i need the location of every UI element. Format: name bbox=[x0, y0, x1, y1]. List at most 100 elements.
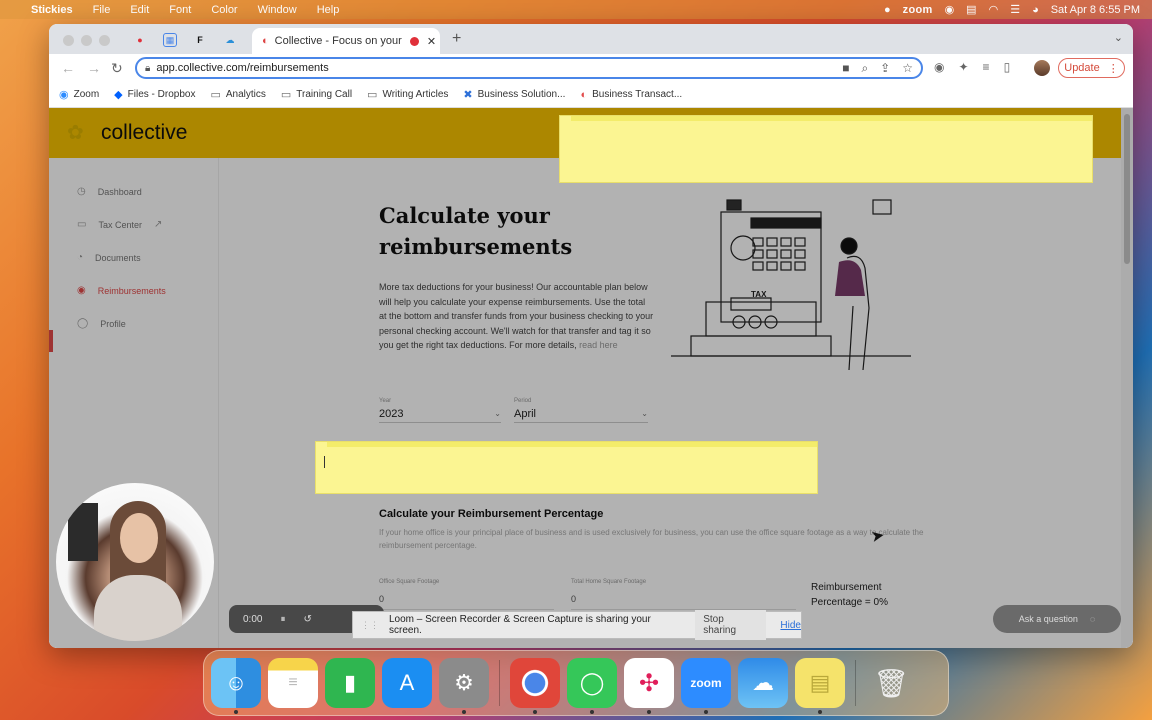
presenter-face bbox=[120, 513, 158, 563]
sidebar-item-reimbursements[interactable]: ◉ Reimbursements bbox=[77, 285, 166, 296]
sticky-title-bar[interactable] bbox=[571, 116, 1092, 121]
bookmark-dropbox[interactable]: ◆ Files - Dropbox bbox=[114, 88, 195, 101]
bookmark-star-icon[interactable]: ☆ bbox=[902, 61, 913, 76]
numbers-icon[interactable]: ▮ bbox=[325, 658, 375, 708]
app-store-icon[interactable]: A bbox=[382, 658, 432, 708]
trash-icon[interactable]: 🗑︎ bbox=[866, 658, 916, 708]
presenter-body bbox=[94, 575, 182, 641]
grammarly-icon[interactable]: ◉ bbox=[945, 3, 955, 16]
menu-font[interactable]: Font bbox=[169, 4, 191, 16]
tax-center-icon: ▭ bbox=[77, 219, 87, 230]
bookmark-zoom[interactable]: ◉ Zoom bbox=[59, 88, 99, 101]
sticky-note-top[interactable] bbox=[559, 115, 1093, 183]
new-tab-button[interactable]: + bbox=[452, 30, 461, 48]
year-select[interactable]: 2023 ⌄ bbox=[379, 405, 501, 423]
password-extension-icon[interactable]: ◉ bbox=[934, 60, 944, 74]
minimize-window-button[interactable] bbox=[81, 35, 92, 46]
screen-sharing-banner: ⋮⋮ Loom – Screen Recorder & Screen Captu… bbox=[352, 610, 802, 640]
tab-collective[interactable]: ◐ Collective - Focus on your ✕ bbox=[252, 28, 440, 54]
home-sqft-input[interactable]: 0 bbox=[571, 594, 796, 610]
office-sqft-input[interactable]: 0 bbox=[379, 594, 554, 610]
side-panel-icon[interactable]: ▯ bbox=[1004, 60, 1011, 74]
sidebar-item-label: Tax Center bbox=[98, 219, 142, 230]
collective-icon: ◐ bbox=[580, 88, 588, 101]
dock-separator bbox=[499, 660, 500, 706]
pinned-tab-cloud-icon[interactable]: ☁ bbox=[223, 33, 237, 47]
zoom-app-icon[interactable]: zoom bbox=[681, 658, 731, 714]
hide-button[interactable]: Hide bbox=[780, 620, 801, 631]
address-bar[interactable]: 🔒︎ app.collective.com/reimbursements ■ ⌕… bbox=[135, 57, 923, 79]
ask-question-label: Ask a question bbox=[1018, 614, 1078, 624]
bookmark-label: Analytics bbox=[225, 89, 266, 100]
tool-icon[interactable]: ▤ bbox=[966, 3, 976, 16]
bookmark-label: Writing Articles bbox=[382, 89, 449, 100]
extension-icon[interactable]: ✦ bbox=[958, 60, 968, 74]
menu-edit[interactable]: Edit bbox=[130, 4, 149, 16]
undo-icon[interactable]: ↺ bbox=[303, 614, 311, 625]
close-tab-icon[interactable]: ✕ bbox=[427, 35, 436, 48]
sidebar-item-dashboard[interactable]: ◷ Dashboard bbox=[77, 186, 142, 197]
read-here-link[interactable]: read here bbox=[579, 340, 618, 350]
zoom-status[interactable]: zoom bbox=[903, 4, 933, 16]
messages-icon[interactable]: ◯ bbox=[567, 658, 617, 714]
app-logo[interactable]: collective bbox=[101, 121, 187, 145]
menu-window[interactable]: Window bbox=[258, 4, 297, 16]
scrollbar-thumb[interactable] bbox=[1124, 114, 1130, 264]
sidebar-item-profile[interactable]: ◯ Profile bbox=[77, 318, 126, 329]
dock-separator bbox=[855, 660, 856, 706]
reload-icon[interactable]: ↻ bbox=[111, 60, 123, 77]
url-text[interactable]: app.collective.com/reimbursements bbox=[156, 62, 328, 74]
documents-icon: ◔ bbox=[77, 252, 84, 263]
page-scrollbar[interactable] bbox=[1121, 108, 1133, 648]
menu-file[interactable]: File bbox=[93, 4, 111, 16]
bookmark-training-call[interactable]: ▭ Training Call bbox=[281, 88, 352, 101]
menu-color[interactable]: Color bbox=[211, 4, 237, 16]
page-title: Calculate your reimbursements bbox=[379, 203, 573, 259]
menubar-clock[interactable]: Sat Apr 8 6:55 PM bbox=[1051, 4, 1140, 16]
control-center-icon[interactable]: ☰ bbox=[1010, 3, 1020, 16]
close-window-button[interactable] bbox=[63, 35, 74, 46]
forward-arrow-icon[interactable]: → bbox=[87, 60, 101, 76]
wifi-icon[interactable]: ◠ bbox=[989, 3, 999, 16]
stop-sharing-button[interactable]: Stop sharing bbox=[695, 610, 767, 640]
sidebar-item-tax-center[interactable]: ▭ Tax Center ↗ bbox=[77, 219, 162, 230]
webcam-bubble[interactable] bbox=[56, 483, 214, 641]
back-arrow-icon[interactable]: ← bbox=[61, 60, 75, 76]
home-sqft-label: Total Home Square Footage bbox=[571, 579, 647, 585]
lock-icon[interactable]: 🔒︎ bbox=[145, 63, 150, 74]
bookmark-analytics[interactable]: ▭ Analytics bbox=[210, 88, 265, 101]
mic-icon[interactable]: ● bbox=[884, 4, 891, 16]
maximize-window-button[interactable] bbox=[99, 35, 110, 46]
ask-question-button[interactable]: Ask a question ◌ bbox=[993, 605, 1121, 633]
sticky-note-active[interactable] bbox=[315, 441, 818, 494]
sticky-title-bar[interactable] bbox=[327, 442, 817, 447]
pinned-tab-record-icon[interactable]: ● bbox=[133, 33, 147, 47]
period-select[interactable]: April ⌄ bbox=[514, 405, 648, 423]
slack-icon[interactable]: ✣ bbox=[624, 658, 674, 714]
finder-icon[interactable]: ☺ bbox=[211, 658, 261, 714]
update-button[interactable]: Update ⋮ bbox=[1058, 58, 1125, 78]
tab-search-chevron-icon[interactable]: ⌄ bbox=[1114, 31, 1123, 44]
menubar-app-name[interactable]: Stickies bbox=[31, 4, 73, 16]
pause-icon[interactable]: ⏸︎ bbox=[280, 614, 285, 625]
system-settings-icon[interactable]: ⚙ bbox=[439, 658, 489, 714]
siri-icon[interactable]: ◕ bbox=[1032, 4, 1039, 16]
icloud-icon[interactable]: ☁ bbox=[738, 658, 788, 708]
zoom-lens-icon[interactable]: ⌕ bbox=[861, 61, 868, 76]
chrome-icon[interactable] bbox=[510, 658, 560, 714]
bookmark-writing-articles[interactable]: ▭ Writing Articles bbox=[367, 88, 448, 101]
stickies-icon[interactable]: ▤ bbox=[795, 658, 845, 714]
pinned-tab-f-icon[interactable]: F bbox=[193, 33, 207, 47]
share-icon[interactable]: ⇪ bbox=[880, 61, 890, 76]
reading-list-icon[interactable]: ≡ bbox=[983, 60, 990, 74]
sidebar-item-documents[interactable]: ◔ Documents bbox=[77, 252, 141, 263]
camera-icon[interactable]: ■ bbox=[842, 61, 849, 76]
profile-avatar[interactable] bbox=[1034, 60, 1050, 76]
pinned-tab-calendar-icon[interactable]: ▦ bbox=[163, 33, 177, 47]
bookmark-business-solution[interactable]: ✖ Business Solution... bbox=[463, 88, 565, 101]
notes-icon[interactable]: ≡ bbox=[268, 658, 318, 708]
menu-help[interactable]: Help bbox=[317, 4, 340, 16]
drag-handle-icon[interactable]: ⋮⋮ bbox=[361, 620, 379, 631]
year-label: Year bbox=[379, 398, 392, 404]
bookmark-business-transact[interactable]: ◐ Business Transact... bbox=[580, 89, 682, 101]
